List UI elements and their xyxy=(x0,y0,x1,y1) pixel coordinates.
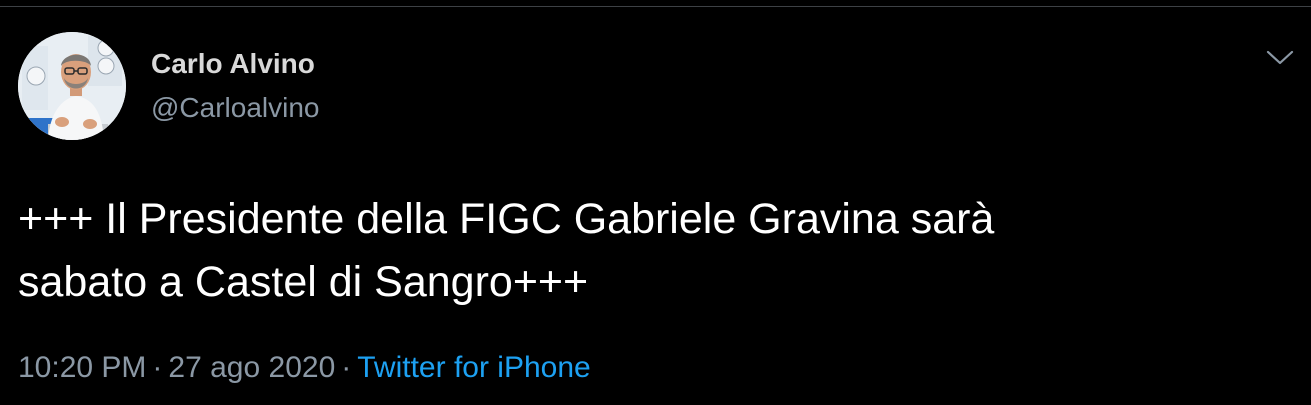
tweet-metadata: 10:20 PM · 27 ago 2020 · Twitter for iPhone xyxy=(18,350,591,386)
meta-separator: · xyxy=(341,351,352,384)
tweet-text-line: sabato a Castel di Sangro+++ xyxy=(18,258,589,306)
tweet-time[interactable]: 10:20 PM xyxy=(18,351,146,384)
author-handle[interactable]: @Carloalvino xyxy=(151,92,320,124)
meta-separator: · xyxy=(152,351,163,384)
tweet-source-link[interactable]: Twitter for iPhone xyxy=(357,351,590,384)
tweet-text-line: +++ Il Presidente della FIGC Gabriele Gr… xyxy=(18,195,995,243)
author-avatar[interactable] xyxy=(18,32,126,140)
top-divider xyxy=(0,6,1311,7)
chevron-down-icon xyxy=(1266,50,1294,65)
tweet-text: +++ Il Presidente della FIGC Gabriele Gr… xyxy=(18,188,1278,314)
tweet-menu-button[interactable] xyxy=(1260,40,1300,76)
avatar-photo xyxy=(18,32,126,140)
author-name[interactable]: Carlo Alvino xyxy=(151,48,315,80)
tweet-date[interactable]: 27 ago 2020 xyxy=(168,351,335,384)
